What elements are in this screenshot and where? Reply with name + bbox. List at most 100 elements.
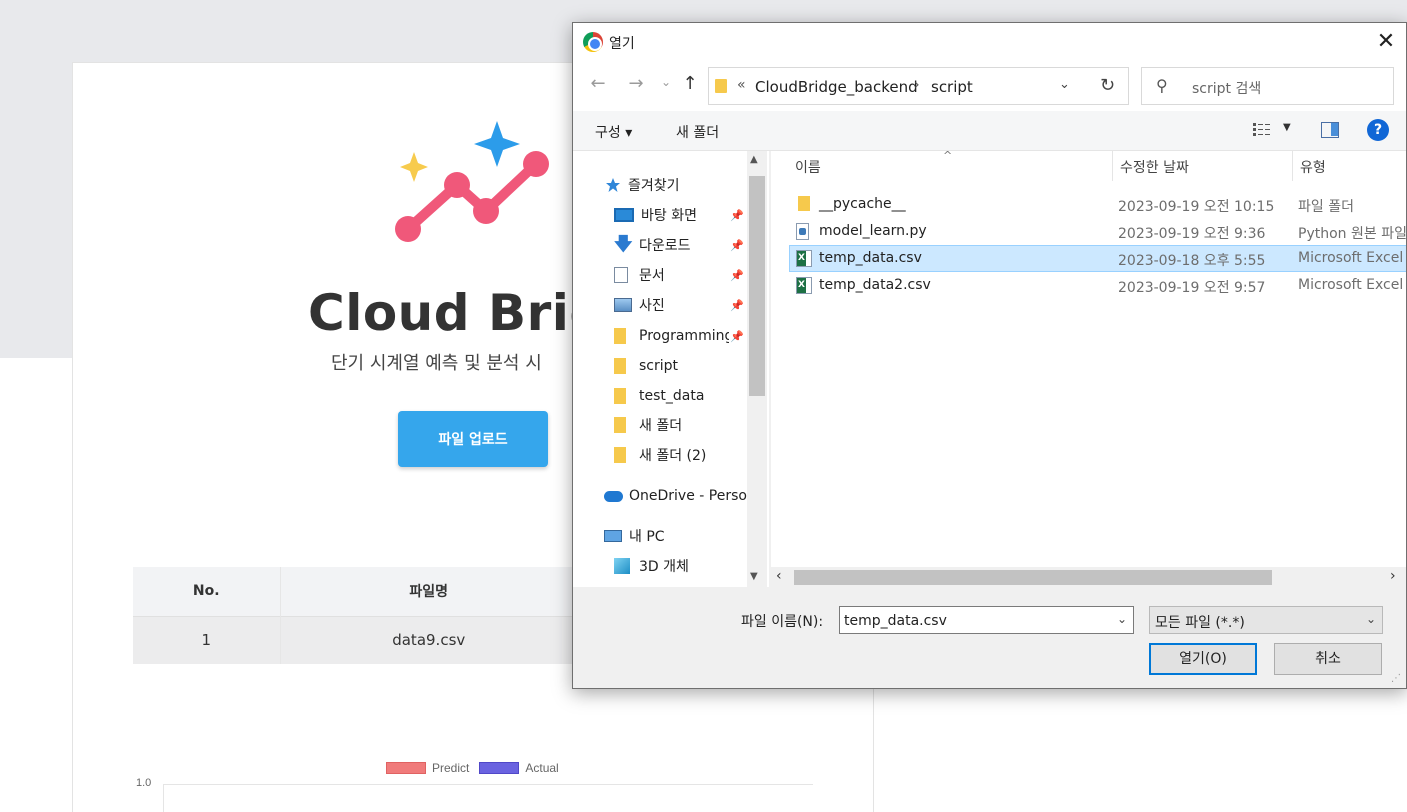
file-name: __pycache__ [819,196,906,212]
sidebar-item-label: script [639,358,679,374]
scroll-up-icon[interactable]: ▲ [750,154,758,165]
sidebar-item-label: 3D 개체 [639,559,689,575]
sidebar-item-downloads[interactable]: 🡇 다운로드 [614,231,769,259]
sidebar-item-label: 바탕 화면 [641,208,697,224]
view-options-icon[interactable] [1253,123,1271,137]
sidebar-item-label: 다운로드 [639,238,691,254]
scrollbar-thumb[interactable] [749,176,765,396]
navigation-pane-scrollbar[interactable]: ▲ ▼ [747,151,767,587]
navigation-pane: 즐겨찾기 바탕 화면 🡇 다운로드 문서 사진 Programming scri… [573,151,769,587]
file-row-pycache[interactable]: __pycache__ 2023-09-19 오전 10:15 파일 폴더 [789,191,1406,218]
address-dropdown-icon[interactable]: ⌄ [1059,77,1070,92]
folder-icon [614,447,626,463]
back-button[interactable]: ← [585,73,611,94]
sidebar-item-desktop[interactable]: 바탕 화면 [614,201,769,229]
pin-icon[interactable]: 📌 [730,299,744,312]
refresh-button[interactable]: ↻ [1087,67,1129,105]
sidebar-item-documents[interactable]: 문서 [614,261,769,289]
cancel-button[interactable]: 취소 [1274,643,1382,675]
folder-icon [614,328,626,344]
sidebar-item-label: OneDrive - Person [629,488,749,504]
breadcrumb-overflow[interactable]: « [737,77,746,93]
file-type: 파일 폴더 [1298,199,1354,215]
filename-label: 파일 이름(N): [741,614,824,630]
table-header-row: No. 파일명 [133,567,578,616]
legend-item-actual[interactable]: Actual [479,761,559,775]
sidebar-item-label: 새 폴더 [639,418,683,434]
pin-icon[interactable]: 📌 [730,239,744,252]
sidebar-item-new-folder[interactable]: 새 폴더 [614,411,769,439]
legend-item-predict[interactable]: Predict [386,761,469,775]
file-date: 2023-09-19 오전 9:36 [1118,226,1266,242]
forward-button[interactable]: → [623,73,649,94]
close-button[interactable]: ✕ [1373,29,1399,55]
cloud-icon [604,490,623,502]
pin-icon[interactable]: 📌 [730,330,744,343]
view-dropdown-icon[interactable]: ▼ [1283,122,1291,133]
sidebar-item-3d-objects[interactable]: 3D 개체 [614,552,769,580]
file-upload-button[interactable]: 파일 업로드 [398,411,548,467]
breadcrumb-cloudbridge-backend[interactable]: CloudBridge_backend [755,78,918,96]
pin-icon[interactable]: 📌 [730,269,744,282]
breadcrumb-separator[interactable]: › [914,77,920,93]
scroll-left-icon[interactable]: ‹ [776,568,782,584]
address-bar[interactable]: « CloudBridge_backend › script ⌄ [708,67,1128,105]
excel-file-icon: X [796,277,812,294]
sidebar-item-test-data[interactable]: test_data [614,382,769,410]
navigation-bar: ← → ⌄ ↑ « CloudBridge_backend › script ⌄… [573,61,1406,111]
column-separator[interactable] [1112,151,1113,181]
file-date: 2023-09-18 오후 5:55 [1118,253,1266,269]
open-button[interactable]: 열기(O) [1149,643,1257,675]
chevron-down-icon[interactable]: ⌄ [1366,612,1376,626]
legend-swatch-predict [386,762,426,774]
filename-input[interactable] [844,611,1104,631]
sidebar-item-onedrive[interactable]: OneDrive - Person [604,482,749,510]
file-type-select[interactable]: 모든 파일 (*.*) ⌄ [1149,606,1383,634]
file-type: Python 원본 파일 [1298,226,1406,242]
column-separator[interactable] [1292,151,1293,181]
pin-icon[interactable]: 📌 [730,209,744,222]
file-row-model-learn[interactable]: model_learn.py 2023-09-19 오전 9:36 Python… [789,218,1406,245]
search-box[interactable]: ⚲ script 검색 [1141,67,1394,105]
file-list-horizontal-scrollbar[interactable]: ‹ › [770,567,1406,587]
resize-grip-icon[interactable]: ⋰ [1391,673,1401,684]
recent-locations-button[interactable]: ⌄ [653,75,679,89]
preview-pane-icon[interactable] [1321,122,1339,138]
sidebar-item-label: 즐겨찾기 [628,178,680,194]
file-table: No. 파일명 1 data9.csv [133,567,578,664]
scrollbar-thumb[interactable] [794,570,1272,585]
chevron-down-icon[interactable]: ⌄ [1117,612,1127,626]
sidebar-item-label: 문서 [639,268,665,284]
column-header-modified[interactable]: 수정한 날짜 [1120,157,1189,177]
filename-field[interactable]: ⌄ [839,606,1134,634]
column-header-name[interactable]: 이름 [795,157,821,177]
dialog-toolbar: 구성 ▾ 새 폴더 ▼ ? [573,111,1406,151]
file-name: temp_data2.csv [819,277,931,293]
folder-icon [715,79,727,93]
file-type: Microsoft Excel [1298,277,1404,293]
sidebar-item-pictures[interactable]: 사진 [614,291,769,319]
file-row-temp-data2[interactable]: X temp_data2.csv 2023-09-19 오전 9:57 Micr… [789,272,1406,299]
sidebar-item-favorites[interactable]: 즐겨찾기 [605,171,769,199]
scroll-right-icon[interactable]: › [1390,568,1396,584]
help-icon[interactable]: ? [1367,119,1389,141]
up-button[interactable]: ↑ [677,73,703,94]
file-row-temp-data[interactable]: X temp_data.csv 2023-09-18 오후 5:55 Micro… [789,245,1406,272]
new-folder-button[interactable]: 새 폴더 [676,122,719,142]
folder-icon [614,417,626,433]
breadcrumb-script[interactable]: script [931,78,973,96]
organize-menu[interactable]: 구성 ▾ [595,122,632,142]
file-name: temp_data.csv [819,250,922,266]
sidebar-item-this-pc[interactable]: 내 PC [604,522,769,550]
column-header-type[interactable]: 유형 [1300,157,1326,177]
column-header-filename: 파일명 [280,567,578,616]
dialog-titlebar: 열기 ✕ [573,23,1406,61]
table-row[interactable]: 1 data9.csv [133,615,578,664]
picture-icon [614,298,632,312]
sidebar-item-programming[interactable]: Programming [614,322,729,350]
sidebar-item-script[interactable]: script [614,352,769,380]
scroll-down-icon[interactable]: ▼ [750,571,758,582]
star-icon [605,177,621,193]
chart-gridline [163,784,813,785]
sidebar-item-new-folder-2[interactable]: 새 폴더 (2) [614,441,769,469]
